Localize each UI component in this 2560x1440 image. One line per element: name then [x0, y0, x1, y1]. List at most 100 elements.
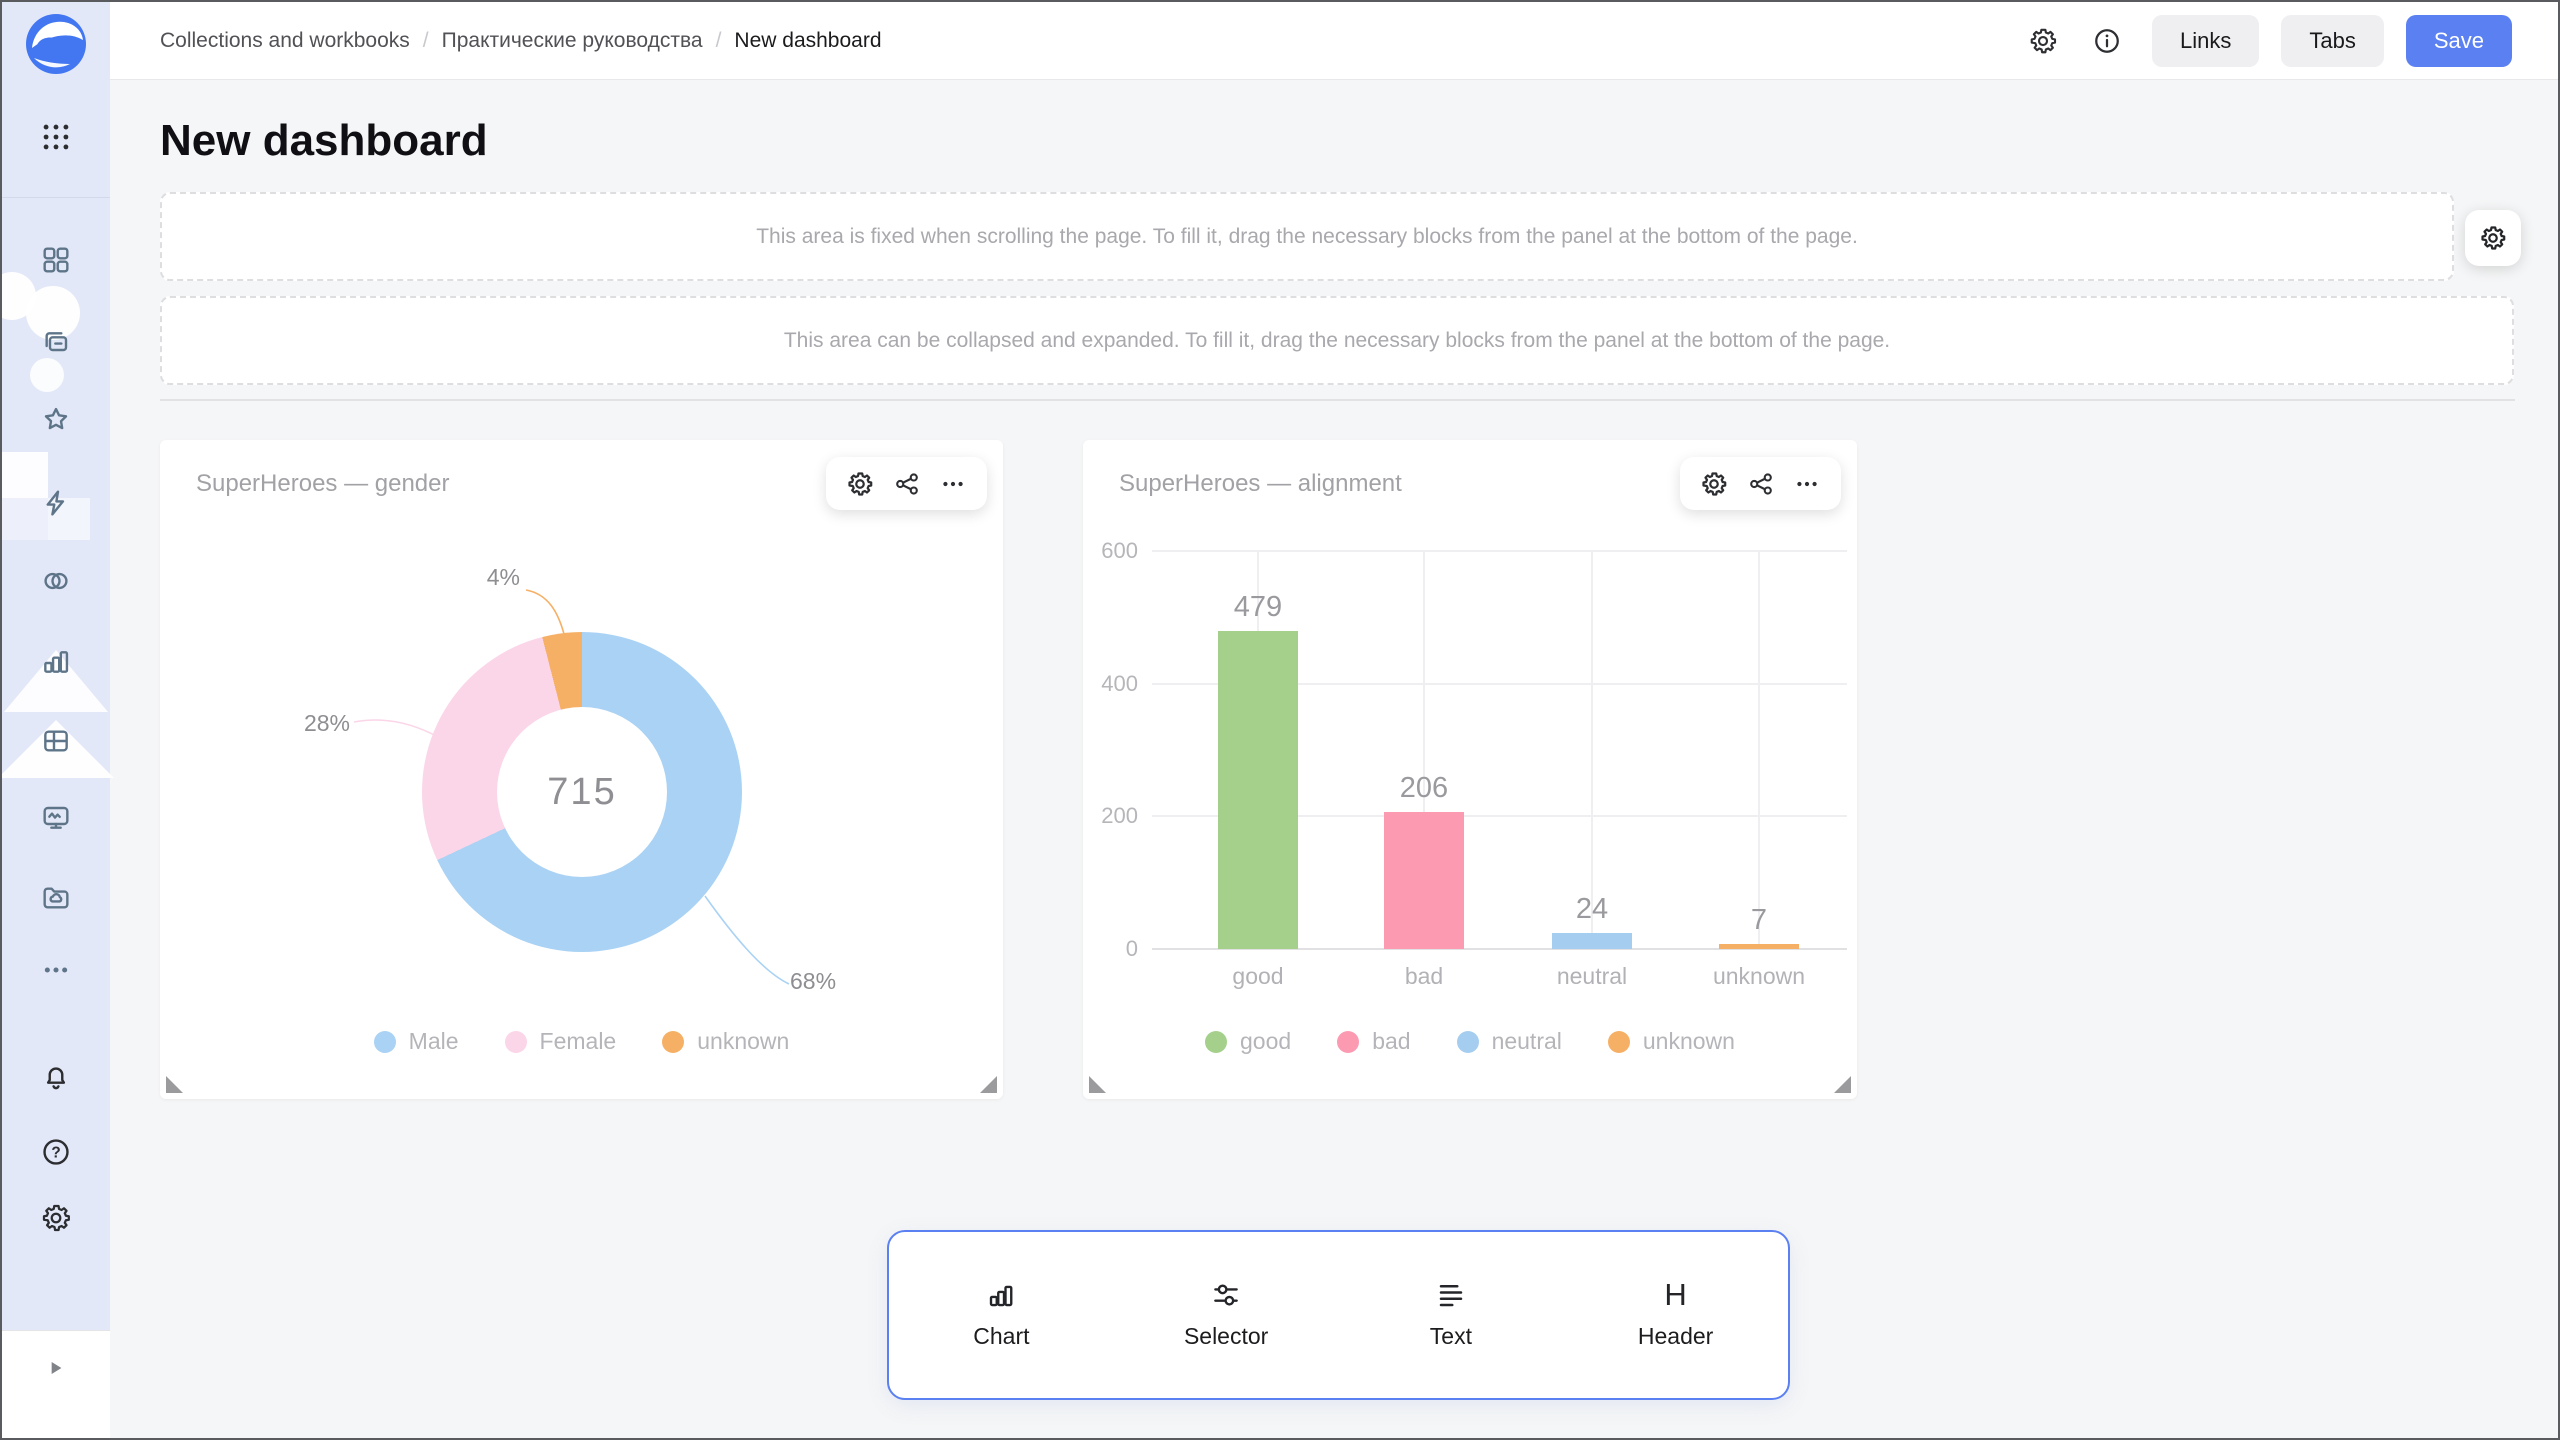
- resize-handle-right[interactable]: [1834, 1076, 1851, 1093]
- chart-links-icon[interactable]: [893, 470, 921, 498]
- legend-item[interactable]: unknown: [1608, 1028, 1735, 1055]
- header-icon: H: [1664, 1280, 1686, 1310]
- breadcrumb-current: New dashboard: [734, 29, 881, 53]
- chart-settings-gear-icon[interactable]: [846, 470, 874, 498]
- add-chart-label: Chart: [973, 1323, 1029, 1350]
- resize-handle-right[interactable]: [980, 1076, 997, 1093]
- collapsible-drop-area[interactable]: This area can be collapsed and expanded.…: [160, 296, 2514, 385]
- selector-icon: [1211, 1280, 1241, 1310]
- chart-title: SuperHeroes — gender: [196, 470, 449, 498]
- dashboard-settings-gear-icon[interactable]: [2024, 22, 2062, 60]
- legend-dot: [1337, 1031, 1359, 1053]
- legend-label: good: [1240, 1028, 1291, 1055]
- sidebar-item-more-icon[interactable]: [40, 954, 72, 986]
- legend-item[interactable]: good: [1205, 1028, 1291, 1055]
- sidebar-item-charts-icon[interactable]: [40, 645, 72, 677]
- breadcrumb-collections[interactable]: Collections and workbooks: [160, 29, 410, 53]
- y-axis-tick-label: 200: [1088, 803, 1138, 829]
- legend-item[interactable]: bad: [1337, 1028, 1410, 1055]
- info-icon[interactable]: [2088, 22, 2126, 60]
- sidebar-item-storage-icon[interactable]: [40, 882, 72, 914]
- tabs-button[interactable]: Tabs: [2281, 15, 2383, 67]
- apps-grid-icon[interactable]: [39, 120, 73, 154]
- x-axis-category-label: bad: [1344, 963, 1504, 990]
- chart-settings-gear-icon[interactable]: [1700, 470, 1728, 498]
- help-icon[interactable]: ?: [40, 1136, 72, 1168]
- chart-title: SuperHeroes — alignment: [1119, 470, 1402, 498]
- add-widget-panel: Chart Selector Text: [887, 1230, 1790, 1400]
- bar-value-label: 7: [1699, 904, 1819, 937]
- x-axis-category-label: unknown: [1679, 963, 1839, 990]
- sidebar-item-widgets-icon[interactable]: [40, 244, 72, 276]
- legend-label: unknown: [697, 1028, 789, 1055]
- sidebar-footer: [2, 1330, 110, 1438]
- add-chart-button[interactable]: Chart: [889, 1280, 1114, 1350]
- chart-more-icon[interactable]: [939, 470, 967, 498]
- decor-circle: [30, 358, 64, 392]
- legend-item[interactable]: Male: [374, 1028, 459, 1055]
- breadcrumb-separator: /: [716, 29, 722, 53]
- resize-handle-left[interactable]: [166, 1076, 183, 1093]
- sidebar-item-connections-icon[interactable]: [40, 487, 72, 519]
- section-divider: [160, 399, 2515, 401]
- legend-label: Female: [540, 1028, 617, 1055]
- bar-neutral[interactable]: [1552, 933, 1632, 949]
- sidebar-item-monitoring-icon[interactable]: [40, 802, 72, 834]
- legend-label: neutral: [1492, 1028, 1562, 1055]
- add-header-label: Header: [1638, 1323, 1713, 1350]
- legend-item[interactable]: Female: [505, 1028, 617, 1055]
- links-button[interactable]: Links: [2152, 15, 2259, 67]
- sidebar-item-collections-icon[interactable]: [40, 326, 72, 358]
- bar-good[interactable]: [1218, 631, 1298, 949]
- bar-value-label: 206: [1364, 772, 1484, 805]
- y-axis-tick-label: 0: [1088, 936, 1138, 962]
- chart-more-icon[interactable]: [1793, 470, 1821, 498]
- fixed-drop-area[interactable]: This area is fixed when scrolling the pa…: [160, 192, 2454, 281]
- legend-label: bad: [1372, 1028, 1410, 1055]
- chart-card-gender: SuperHeroes — gender: [160, 440, 1003, 1099]
- datalens-logo[interactable]: [24, 12, 88, 76]
- chart-icon: [986, 1280, 1016, 1310]
- sidebar-item-tables-icon[interactable]: [40, 725, 72, 757]
- legend-dot: [1205, 1031, 1227, 1053]
- settings-gear-icon[interactable]: [40, 1202, 72, 1234]
- bar-bad[interactable]: [1384, 812, 1464, 949]
- legend-dot: [505, 1031, 527, 1053]
- resize-handle-left[interactable]: [1089, 1076, 1106, 1093]
- add-text-button[interactable]: Text: [1339, 1280, 1564, 1350]
- fixed-area-settings-button[interactable]: [2465, 210, 2521, 266]
- fixed-area-hint: This area is fixed when scrolling the pa…: [756, 225, 1858, 249]
- dashboard-canvas: New dashboard This area is fixed when sc…: [110, 80, 2558, 1438]
- bar-unknown[interactable]: [1719, 944, 1799, 949]
- add-selector-button[interactable]: Selector: [1114, 1280, 1339, 1350]
- legend-dot: [662, 1031, 684, 1053]
- add-text-label: Text: [1430, 1323, 1472, 1350]
- y-axis-tick-label: 600: [1088, 538, 1138, 564]
- donut-hole: 715: [497, 707, 667, 877]
- save-button[interactable]: Save: [2406, 15, 2512, 67]
- legend-label: unknown: [1643, 1028, 1735, 1055]
- legend-label: Male: [409, 1028, 459, 1055]
- x-axis-category-label: good: [1178, 963, 1338, 990]
- bar-value-label: 479: [1198, 591, 1318, 624]
- text-icon: [1436, 1280, 1466, 1310]
- chart-links-icon[interactable]: [1747, 470, 1775, 498]
- topbar: Collections and workbooks / Практические…: [110, 2, 2558, 80]
- breadcrumb-workbook[interactable]: Практические руководства: [442, 29, 703, 53]
- sidebar-item-datasets-icon[interactable]: [40, 565, 72, 597]
- bar-plot: 0200400600479good206bad24neutral7unknown: [1152, 551, 1847, 949]
- notifications-bell-icon[interactable]: [40, 1062, 72, 1094]
- sidebar-item-favorites-icon[interactable]: [40, 404, 72, 436]
- add-header-button[interactable]: H Header: [1563, 1280, 1788, 1350]
- breadcrumb: Collections and workbooks / Практические…: [160, 29, 882, 53]
- legend-item[interactable]: neutral: [1457, 1028, 1562, 1055]
- expand-sidebar-icon[interactable]: [43, 1355, 69, 1381]
- page-title: New dashboard: [160, 116, 488, 166]
- legend-dot: [1457, 1031, 1479, 1053]
- sidebar: ?: [2, 2, 110, 1438]
- gridline: [1591, 551, 1593, 949]
- legend-item[interactable]: unknown: [662, 1028, 789, 1055]
- legend-dot: [1608, 1031, 1630, 1053]
- collapsible-area-hint: This area can be collapsed and expanded.…: [784, 329, 1890, 353]
- y-axis-tick-label: 400: [1088, 671, 1138, 697]
